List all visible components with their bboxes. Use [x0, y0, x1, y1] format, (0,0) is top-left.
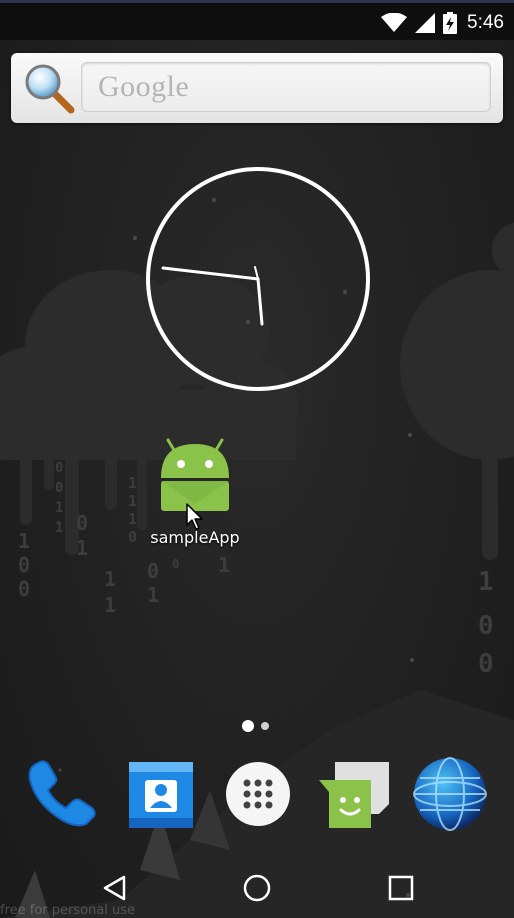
svg-text:1: 1 [104, 567, 116, 591]
svg-text:1: 1 [147, 583, 159, 607]
svg-text:0: 0 [147, 559, 159, 583]
svg-text:1: 1 [128, 474, 137, 492]
phone-icon[interactable] [22, 754, 102, 834]
globe-icon[interactable] [410, 754, 490, 834]
page-indicator [242, 720, 269, 732]
dock-app-drawer[interactable] [218, 754, 298, 834]
google-search-widget[interactable]: Google [11, 53, 503, 123]
back-icon[interactable] [98, 872, 130, 904]
svg-text:1: 1 [76, 536, 88, 560]
svg-text:1: 1 [55, 520, 63, 536]
dock-contacts[interactable] [121, 754, 201, 834]
clock-hour-hand [256, 277, 264, 326]
svg-text:0: 0 [478, 611, 494, 641]
dock-browser[interactable] [410, 754, 490, 834]
svg-text:0: 0 [18, 577, 30, 601]
contacts-icon[interactable] [121, 754, 201, 834]
svg-text:1: 1 [55, 500, 63, 516]
messaging-icon[interactable] [313, 754, 393, 834]
home-icon[interactable] [241, 872, 273, 904]
dock-messaging[interactable] [313, 754, 393, 834]
mouse-cursor-icon [186, 503, 203, 530]
dock-phone[interactable] [22, 754, 102, 834]
watermark-text: free for personal use [0, 903, 136, 918]
search-placeholder: Google [98, 70, 190, 103]
app-shortcut-sampleapp[interactable]: sampleApp [139, 436, 251, 554]
status-time: 5:46 [467, 12, 504, 33]
svg-text:1: 1 [128, 492, 137, 510]
status-bar: 5:46 [0, 0, 514, 40]
svg-text:0: 0 [76, 511, 88, 535]
status-icons: 5:46 [381, 10, 504, 36]
svg-text:1: 1 [18, 529, 30, 553]
recents-icon[interactable] [385, 872, 417, 904]
apps-grid-icon[interactable] [218, 754, 298, 834]
home-screen[interactable]: 100 00 11 01 11 11 10 01 0 1 1 0 0 5:46 … [0, 0, 514, 918]
svg-text:1: 1 [128, 510, 137, 528]
svg-text:1: 1 [218, 553, 230, 577]
svg-text:0: 0 [18, 553, 30, 577]
svg-text:1: 1 [478, 567, 494, 597]
svg-text:0: 0 [55, 480, 63, 496]
analog-clock-widget[interactable] [143, 164, 373, 394]
wifi-icon [381, 13, 408, 32]
svg-text:0: 0 [128, 528, 137, 546]
svg-text:0: 0 [55, 460, 63, 476]
battery-charging-icon [443, 12, 458, 34]
search-icon[interactable] [23, 62, 75, 114]
svg-text:0: 0 [478, 649, 494, 679]
cell-signal-icon [415, 13, 436, 33]
svg-text:0: 0 [172, 557, 179, 571]
search-field[interactable]: Google [81, 62, 491, 112]
svg-text:1: 1 [104, 593, 116, 617]
clock-minute-hand [161, 266, 260, 281]
